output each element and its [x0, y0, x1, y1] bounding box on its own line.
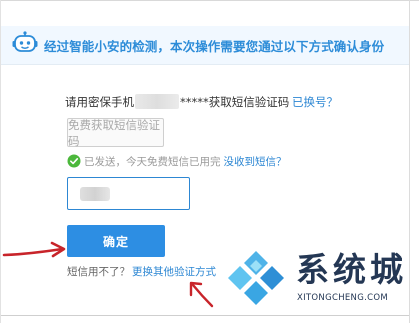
xitongcheng-logo-icon: [228, 251, 284, 305]
check-circle-icon: [67, 154, 81, 168]
verification-code-input[interactable]: [67, 177, 190, 210]
phone-instruction: 请用密保手机 *****获取短信验证码: [65, 94, 289, 110]
alternative-question: 短信用不了？: [67, 266, 130, 278]
frame-border-top: [0, 0, 419, 1]
frame-border-right: [409, 0, 410, 323]
phone-mask: *****: [180, 95, 209, 109]
get-sms-code-button[interactable]: 免费获取短信验证码: [67, 118, 164, 148]
bottom-divider: [1, 315, 409, 316]
confirm-button[interactable]: 确定: [67, 225, 165, 257]
red-arrow-annotation: [2, 241, 66, 258]
sms-status-text: 已发送，今天免费短信已用完: [84, 155, 221, 168]
watermark-title: 系统城: [296, 250, 407, 289]
phone-suffix: 获取短信验证码: [208, 95, 290, 109]
notice-text: 经过智能小安的检测，本次操作需要您通过以下方式确认身份: [44, 39, 385, 54]
notice-divider: [1, 64, 409, 65]
sms-status: 已发送，今天免费短信已用完 没收到短信？: [67, 153, 287, 169]
phone-number-redacted: [135, 94, 179, 109]
sms-not-received-link[interactable]: 没收到短信？: [224, 154, 287, 169]
red-arrow-annotation: [189, 281, 214, 308]
robot-icon: [12, 31, 38, 52]
phone-prefix: 请用密保手机: [65, 95, 134, 109]
watermark-url: XITONGCHENG.COM: [297, 293, 388, 303]
verification-page: 经过智能小安的检测，本次操作需要您通过以下方式确认身份 请用密保手机 *****获…: [0, 0, 419, 323]
code-redacted: [80, 187, 110, 201]
changed-number-link[interactable]: 已换号？: [292, 94, 338, 110]
